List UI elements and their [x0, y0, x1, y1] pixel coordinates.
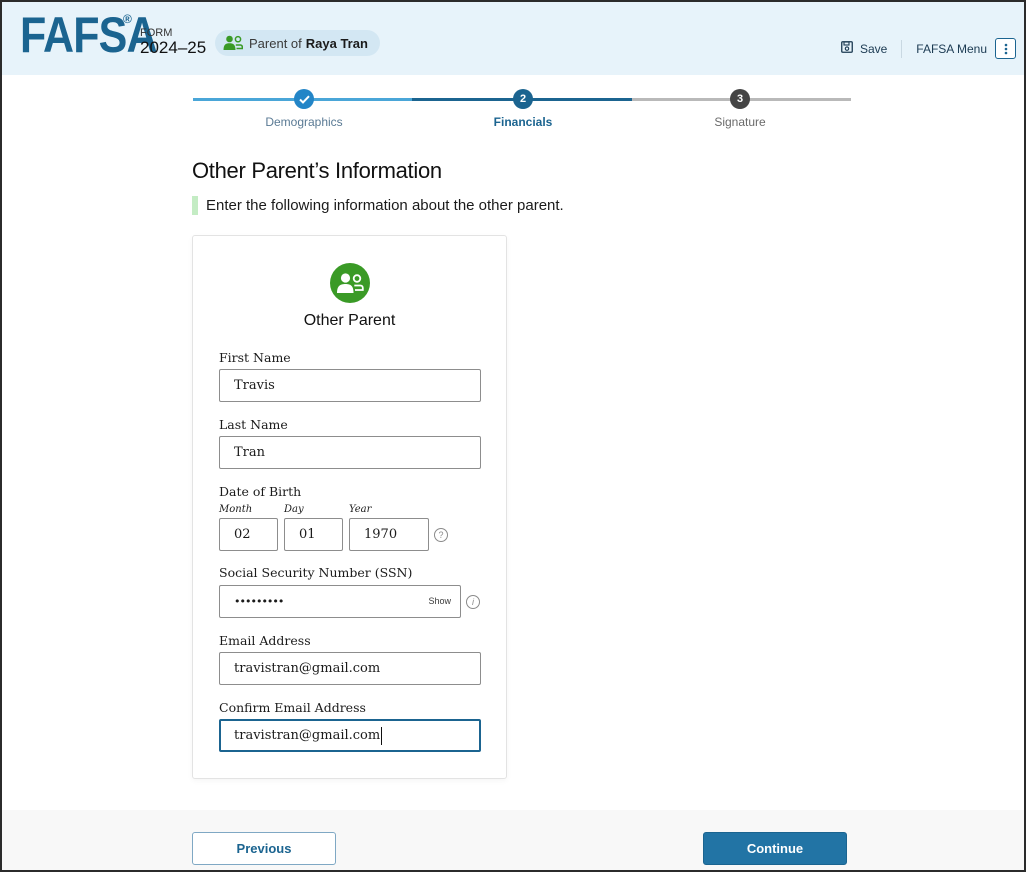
dob-day-label: Day [284, 504, 304, 515]
ssn-show-toggle[interactable]: Show [428, 596, 451, 606]
dob-year-value: 1970 [364, 527, 398, 542]
page-title: Other Parent’s Information [192, 158, 442, 183]
dob-day-value: 01 [299, 527, 316, 542]
fafsa-menu-button[interactable]: FAFSA Menu [916, 38, 1016, 59]
other-parent-icon [330, 263, 370, 303]
email-value: travistran@gmail.com [234, 661, 381, 676]
last-name-label: Last Name [219, 417, 288, 432]
dob-month-value: 02 [234, 527, 251, 542]
fafsa-menu-label: FAFSA Menu [916, 41, 987, 56]
save-button[interactable]: Save [841, 41, 901, 56]
step-number: 2 [519, 93, 527, 105]
email-input[interactable]: travistran@gmail.com [219, 652, 481, 685]
form-year: 2024–25 [140, 38, 207, 57]
role-prefix: Parent of [249, 35, 302, 51]
step-label-signature: Signature [714, 115, 766, 129]
other-parent-card: Other Parent First Name Travis Last Name… [192, 235, 507, 779]
kebab-menu-icon[interactable] [995, 38, 1016, 59]
browser-frame: FAFSA ® FORM 2024–25 Parent of Raya Tran [0, 0, 1026, 872]
parents-icon [223, 35, 243, 51]
last-name-value: Tran [234, 445, 266, 460]
dob-day-input[interactable]: 01 [284, 518, 343, 551]
fafsa-logo[interactable]: FAFSA [20, 10, 158, 60]
progress-stepper: 2 3 Demographics Financials Signature [193, 89, 851, 131]
continue-button[interactable]: Continue [703, 832, 847, 865]
dob-label: Date of Birth [219, 484, 302, 499]
ssn-info-icon[interactable]: i [466, 595, 480, 609]
site-header: FAFSA ® FORM 2024–25 Parent of Raya Tran [2, 2, 1024, 75]
step-signature-upcoming: 3 [730, 89, 750, 109]
email-label: Email Address [219, 633, 311, 648]
dob-help-icon[interactable]: ? [434, 528, 448, 542]
ssn-label: Social Security Number (SSN) [219, 565, 413, 580]
confirm-email-label: Confirm Email Address [219, 700, 366, 715]
step-label-demographics[interactable]: Demographics [265, 115, 342, 129]
page-instruction: Enter the following information about th… [192, 196, 564, 215]
role-name: Raya Tran [305, 35, 368, 51]
dob-year-input[interactable]: 1970 [349, 518, 429, 551]
save-label: Save [859, 41, 888, 56]
header-divider [901, 39, 903, 58]
ssn-masked-value: ••••••••• [234, 595, 284, 608]
dob-month-label: Month [219, 504, 253, 515]
step-financials-current: 2 [513, 89, 533, 109]
ssn-input[interactable]: ••••••••• Show [219, 585, 461, 618]
first-name-input[interactable]: Travis [219, 369, 481, 402]
first-name-label: First Name [219, 350, 291, 365]
first-name-value: Travis [234, 378, 275, 393]
dob-year-label: Year [349, 504, 372, 515]
step-demographics-complete[interactable] [294, 89, 314, 109]
checkmark-icon [298, 95, 310, 104]
dob-month-input[interactable]: 02 [219, 518, 278, 551]
step-label-financials: Financials [493, 115, 553, 129]
step-number: 3 [736, 93, 744, 105]
confirm-email-value: travistran@gmail.com [234, 728, 381, 743]
text-cursor [381, 726, 383, 745]
card-title: Other Parent [303, 312, 396, 329]
form-footer: Previous Continue [2, 810, 1024, 870]
save-icon [841, 41, 853, 56]
role-badge: Parent of Raya Tran [215, 30, 380, 56]
previous-button[interactable]: Previous [192, 832, 336, 865]
registered-mark: ® [123, 12, 132, 26]
last-name-input[interactable]: Tran [219, 436, 481, 469]
confirm-email-input[interactable]: travistran@gmail.com [219, 719, 481, 752]
